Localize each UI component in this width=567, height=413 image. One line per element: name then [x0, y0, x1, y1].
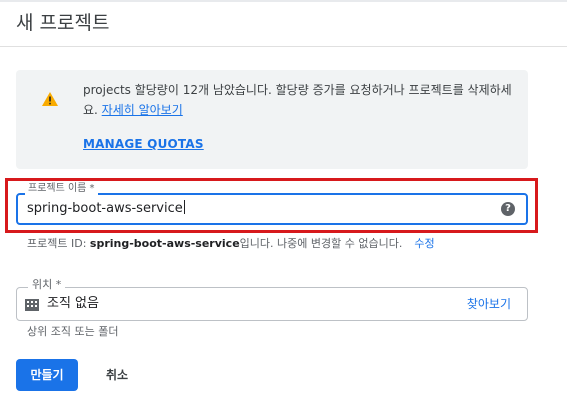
location-hint: 상위 조직 또는 폴더 [27, 325, 119, 338]
location-field[interactable]: 조직 없음 찾아보기 [16, 287, 528, 321]
location-label: 위치 * [28, 279, 66, 291]
project-name-input[interactable]: spring-boot-aws-service [27, 200, 185, 218]
project-name-label: 프로젝트 이름 * [25, 183, 98, 195]
browse-button[interactable]: 찾아보기 [467, 295, 511, 313]
quota-message: projects 할당량이 12개 남았습니다. 할당량 증가를 요청하거나 프… [83, 80, 523, 120]
project-id-value: spring-boot-aws-service [89, 237, 240, 250]
cancel-button[interactable]: 취소 [92, 359, 142, 391]
building-icon [25, 299, 39, 311]
quota-notice: projects 할당량이 12개 남았습니다. 할당량 증가를 요청하거나 프… [16, 70, 528, 169]
learn-more-link[interactable]: 자세히 알아보기 [102, 103, 183, 117]
page-title: 새 프로젝트 [16, 12, 110, 34]
project-name-field[interactable]: spring-boot-aws-service ? [16, 193, 528, 225]
top-divider [0, 0, 567, 2]
project-name-value: spring-boot-aws-service [27, 201, 183, 216]
project-id-prefix: 프로젝트 ID: [27, 237, 90, 250]
location-value: 조직 없음 [47, 296, 99, 311]
text-caret [183, 200, 185, 214]
project-id-suffix: 입니다. 나중에 변경할 수 없습니다. [239, 237, 403, 250]
title-divider [0, 46, 567, 47]
edit-project-id-link[interactable]: 수정 [414, 237, 434, 250]
create-button[interactable]: 만들기 [16, 359, 78, 391]
manage-quotas-link[interactable]: MANAGE QUOTAS [83, 137, 204, 151]
project-id-info: 프로젝트 ID: spring-boot-aws-service입니다. 나중에… [27, 237, 435, 251]
help-icon[interactable]: ? [501, 202, 515, 216]
warning-icon [42, 92, 58, 106]
